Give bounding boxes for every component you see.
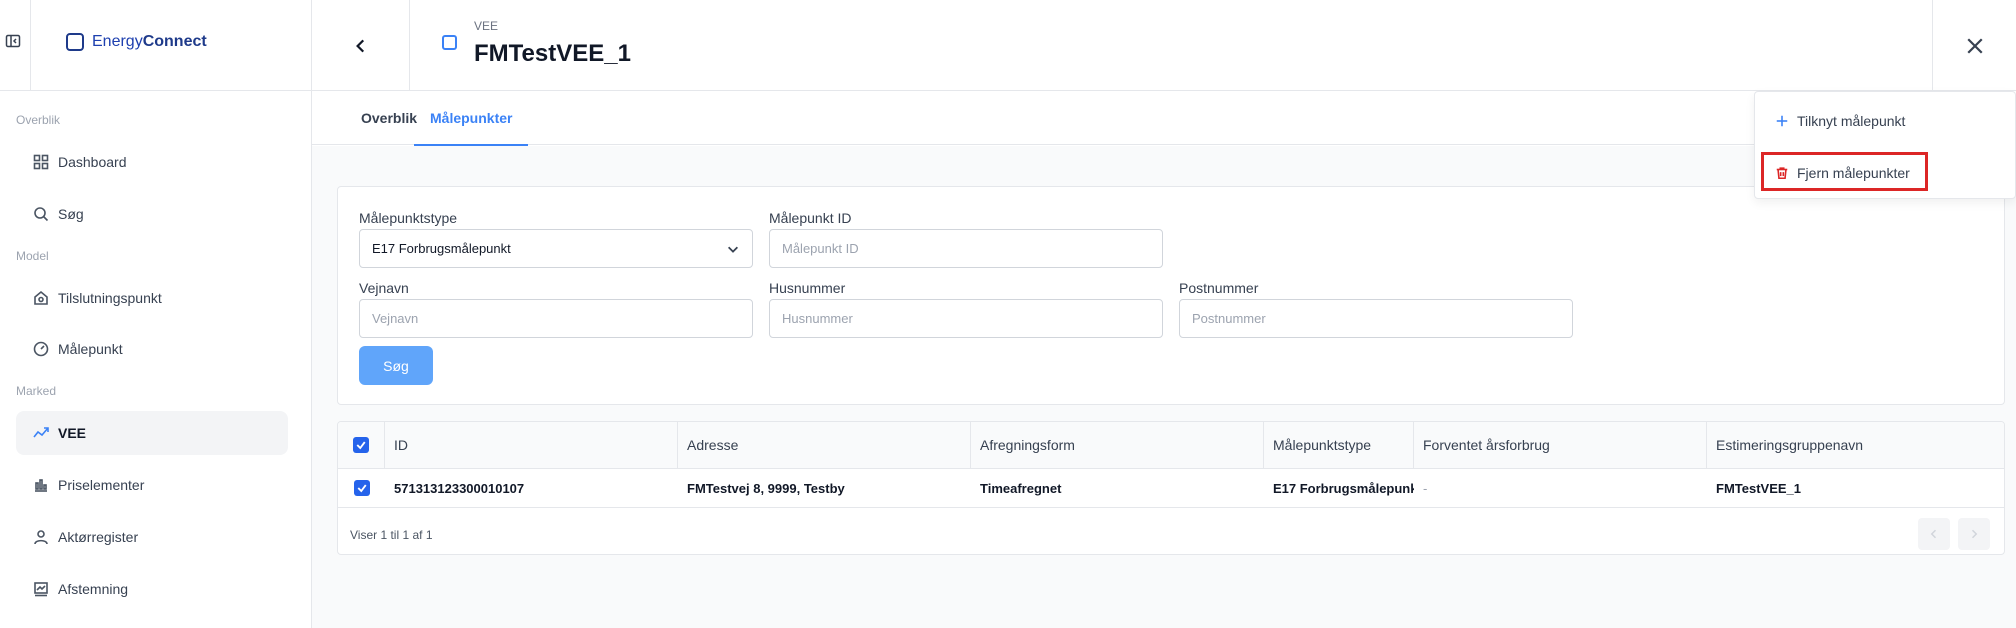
chevron-left-icon xyxy=(1930,529,1937,539)
id-input[interactable]: Målepunkt ID xyxy=(769,229,1163,268)
sidebar-item-aktorregister[interactable]: Aktørregister xyxy=(16,515,288,559)
column-header[interactable]: Adresse xyxy=(678,422,971,468)
sidebar-item-search[interactable]: Søg xyxy=(16,192,288,236)
cell-expected: - xyxy=(1423,480,1428,496)
attach-metering-point-item[interactable]: Tilknyt målepunkt xyxy=(1775,109,1905,133)
sidebar-item-label: Dashboard xyxy=(58,154,127,170)
close-button[interactable] xyxy=(1932,0,2016,91)
sidebar-item-malepunkt[interactable]: Målepunkt xyxy=(16,327,288,371)
type-select[interactable]: E17 Forbrugsmålepunkt xyxy=(359,229,753,268)
sidebar-item-dashboard[interactable]: Dashboard xyxy=(16,140,288,184)
logo[interactable]: EnergyConnect xyxy=(66,33,207,51)
page-title: FMTestVEE_1 xyxy=(474,40,631,67)
trend-icon xyxy=(33,427,49,438)
back-button[interactable] xyxy=(312,0,410,91)
cell-address: FMTestvej 8, 9999, Testby xyxy=(687,480,845,496)
sidebar-item-label: Aktørregister xyxy=(58,529,139,545)
column-header[interactable]: Estimeringsgruppenavn xyxy=(1707,422,2004,468)
sidebar-item-tilslutningspunkt[interactable]: Tilslutningspunkt xyxy=(16,276,288,320)
grid-icon xyxy=(33,154,49,170)
sidebar-item-label: Søg xyxy=(58,206,84,222)
prev-page-button[interactable] xyxy=(1918,518,1950,550)
pagination-summary: Viser 1 til 1 af 1 xyxy=(350,528,433,542)
tab-overblik[interactable]: Overblik xyxy=(361,91,417,145)
cell-billing: Timeafregnet xyxy=(980,480,1062,496)
plus-icon xyxy=(1776,115,1788,127)
table-header: ID Adresse Afregningsform Målepunktstype… xyxy=(338,422,2004,469)
chevron-right-icon xyxy=(1971,529,1978,539)
logo-icon xyxy=(66,33,84,51)
section-overblik: Overblik xyxy=(16,113,61,127)
logo-text-energy: Energy xyxy=(92,33,143,50)
street-input[interactable]: Vejnavn xyxy=(359,299,753,338)
gauge-icon xyxy=(33,341,49,357)
column-header[interactable]: Forventet årsforbrug xyxy=(1414,422,1707,468)
column-header[interactable]: ID xyxy=(385,422,678,468)
select-all-cell xyxy=(338,422,385,468)
cell-group: FMTestVEE_1 xyxy=(1716,480,1802,496)
reconcile-icon xyxy=(34,582,48,597)
row-checkbox[interactable] xyxy=(353,480,370,496)
page-category: VEE xyxy=(474,19,499,33)
column-header[interactable]: Afregningsform xyxy=(971,422,1264,468)
check-icon xyxy=(356,441,366,450)
search-button[interactable]: Søg xyxy=(359,346,433,385)
logo-text-connect: Connect xyxy=(142,33,207,50)
house-icon xyxy=(34,290,48,305)
search-icon xyxy=(34,207,49,222)
column-header[interactable]: Målepunktstype xyxy=(1264,422,1414,468)
sidebar-header: EnergyConnect xyxy=(0,0,311,91)
chevron-down-icon xyxy=(728,246,738,253)
section-model: Model xyxy=(16,249,49,263)
sidebar-item-label: Priselementer xyxy=(58,477,145,493)
checkbox-icon xyxy=(442,35,457,50)
next-page-button[interactable] xyxy=(1958,518,1990,550)
highlight-annotation xyxy=(1761,152,1928,191)
house-input[interactable]: Husnummer xyxy=(769,299,1163,338)
sidebar-item-label: Tilslutningspunkt xyxy=(58,290,162,306)
cell-id: 571313123300010107 xyxy=(394,480,525,496)
check-icon xyxy=(357,484,366,493)
user-icon xyxy=(34,530,48,545)
divider xyxy=(30,0,31,91)
type-select-value: E17 Forbrugsmålepunkt xyxy=(372,241,511,256)
zip-label: Postnummer xyxy=(1179,280,1259,296)
sidebar-item-label: VEE xyxy=(58,425,87,441)
sidebar: EnergyConnect Overblik Dashboard Søg Mod… xyxy=(0,0,312,628)
price-chart-icon xyxy=(35,479,47,492)
page-header: VEE FMTestVEE_1 xyxy=(312,0,2016,91)
sidebar-item-label: Afstemning xyxy=(58,581,129,597)
tab-malepunkter[interactable]: Målepunkter xyxy=(414,91,529,146)
select-all-checkbox[interactable] xyxy=(353,437,369,453)
table-row[interactable]: 571313123300010107 FMTestvej 8, 9999, Te… xyxy=(338,469,2004,508)
chevron-left-icon xyxy=(355,39,364,52)
collapse-sidebar-icon[interactable] xyxy=(5,33,21,49)
zip-input[interactable]: Postnummer xyxy=(1179,299,1573,338)
section-marked: Marked xyxy=(16,384,57,398)
id-label: Målepunkt ID xyxy=(769,210,852,226)
sidebar-item-vee[interactable]: VEE xyxy=(16,411,288,455)
filter-panel: Målepunktstype E17 Forbrugsmålepunkt Mål… xyxy=(337,186,2005,405)
sidebar-item-afstemning[interactable]: Afstemning xyxy=(16,567,288,611)
cell-type: E17 Forbrugsmålepunkt xyxy=(1273,480,1414,496)
menu-item-label: Tilknyt målepunkt xyxy=(1797,113,1906,129)
sidebar-item-label: Målepunkt xyxy=(58,341,123,357)
street-label: Vejnavn xyxy=(359,280,409,296)
type-label: Målepunktstype xyxy=(359,210,458,226)
house-label: Husnummer xyxy=(769,280,846,296)
results-table: ID Adresse Afregningsform Målepunktstype… xyxy=(337,421,2005,555)
close-icon xyxy=(1966,37,1983,54)
sidebar-item-priselementer[interactable]: Priselementer xyxy=(16,463,288,507)
row-select-cell xyxy=(338,469,385,507)
